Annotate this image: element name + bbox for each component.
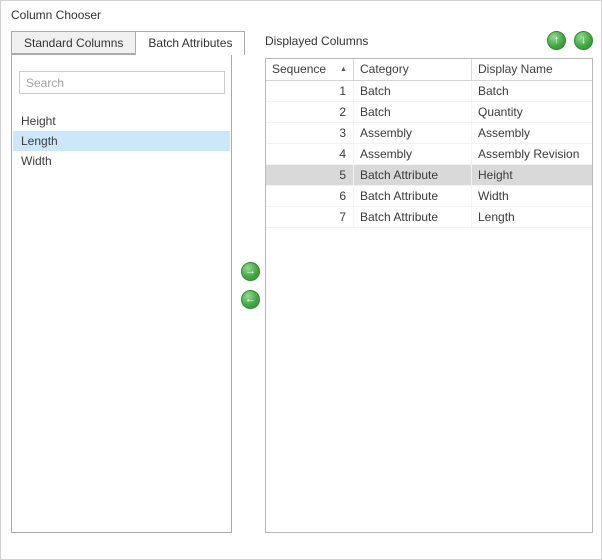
table-row[interactable]: 1 Batch Batch: [266, 81, 592, 102]
cell-sequence: 6: [266, 186, 354, 206]
remove-column-button[interactable]: ←: [241, 290, 260, 309]
cell-display-name: Batch: [472, 81, 592, 101]
arrow-right-icon: →: [245, 266, 256, 277]
cell-category: Batch: [354, 102, 472, 122]
search-input[interactable]: [19, 71, 225, 94]
column-chooser-window: Column Chooser Standard Columns Batch At…: [0, 0, 602, 560]
cell-category: Batch Attribute: [354, 165, 472, 185]
cell-category: Assembly: [354, 123, 472, 143]
cell-sequence: 5: [266, 165, 354, 185]
cell-sequence: 2: [266, 102, 354, 122]
table-row[interactable]: 4 Assembly Assembly Revision: [266, 144, 592, 165]
cell-display-name: Assembly: [472, 123, 592, 143]
transfer-buttons: → ←: [241, 262, 260, 309]
batch-attributes-panel: Height Length Width: [11, 54, 232, 533]
column-header-sequence-label: Sequence: [272, 62, 326, 76]
table-row[interactable]: 2 Batch Quantity: [266, 102, 592, 123]
cell-category: Batch: [354, 81, 472, 101]
table-row[interactable]: 5 Batch Attribute Height: [266, 165, 592, 186]
tab-standard-columns[interactable]: Standard Columns: [11, 31, 135, 54]
cell-sequence: 7: [266, 207, 354, 227]
displayed-columns-header: Displayed Columns ↑ ↓: [265, 31, 593, 51]
cell-display-name: Assembly Revision: [472, 144, 592, 164]
cell-category: Assembly: [354, 144, 472, 164]
arrow-down-icon: ↓: [581, 35, 587, 46]
list-item-width[interactable]: Width: [13, 151, 230, 171]
cell-category: Batch Attribute: [354, 207, 472, 227]
sort-ascending-icon: ▲: [340, 66, 347, 73]
page-title: Column Chooser: [11, 8, 101, 22]
arrow-left-icon: ←: [245, 294, 256, 305]
cell-display-name: Length: [472, 207, 592, 227]
arrow-up-icon: ↑: [554, 35, 560, 46]
cell-display-name: Width: [472, 186, 592, 206]
column-header-category[interactable]: Category: [354, 59, 472, 80]
tab-bar: Standard Columns Batch Attributes: [11, 31, 245, 55]
displayed-columns-table: Sequence ▲ Category Display Name 1 Batch …: [265, 58, 593, 533]
reorder-buttons: ↑ ↓: [547, 31, 593, 50]
cell-display-name: Height: [472, 165, 592, 185]
attributes-list: Height Length Width: [13, 111, 230, 171]
table-header-row: Sequence ▲ Category Display Name: [266, 59, 592, 81]
cell-display-name: Quantity: [472, 102, 592, 122]
column-header-display-name[interactable]: Display Name: [472, 59, 592, 80]
table-row[interactable]: 7 Batch Attribute Length: [266, 207, 592, 228]
table-row[interactable]: 3 Assembly Assembly: [266, 123, 592, 144]
table-row[interactable]: 6 Batch Attribute Width: [266, 186, 592, 207]
tab-batch-attributes[interactable]: Batch Attributes: [135, 31, 245, 55]
cell-category: Batch Attribute: [354, 186, 472, 206]
cell-sequence: 3: [266, 123, 354, 143]
list-item-height[interactable]: Height: [13, 111, 230, 131]
list-item-length[interactable]: Length: [13, 131, 230, 151]
cell-sequence: 1: [266, 81, 354, 101]
move-up-button[interactable]: ↑: [547, 31, 566, 50]
displayed-columns-title: Displayed Columns: [265, 34, 368, 48]
cell-sequence: 4: [266, 144, 354, 164]
move-down-button[interactable]: ↓: [574, 31, 593, 50]
column-header-sequence[interactable]: Sequence ▲: [266, 59, 354, 80]
add-column-button[interactable]: →: [241, 262, 260, 281]
